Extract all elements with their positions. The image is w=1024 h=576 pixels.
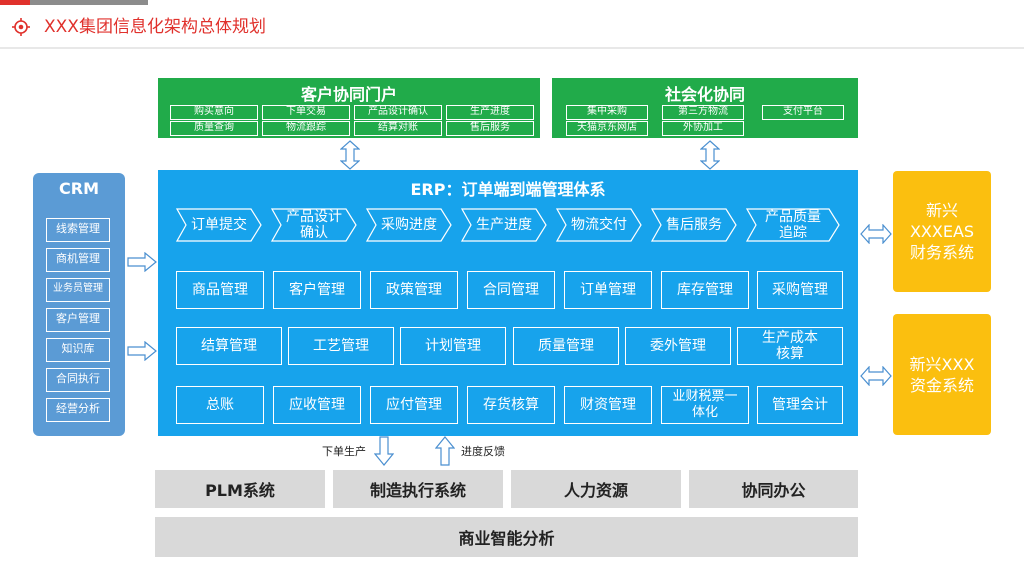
erp-module: 业财税票一 体化: [661, 386, 749, 424]
erp-module: 质量管理: [513, 327, 619, 365]
social-item: 支付平台: [762, 105, 844, 120]
progress-feedback-label: 进度反馈: [461, 445, 505, 458]
erp-module: 财资管理: [564, 386, 652, 424]
crm-item: 线索管理: [46, 218, 110, 242]
flow-step-label: 产品质量 追踪: [765, 209, 821, 241]
flow-step-label: 售后服务: [666, 217, 722, 233]
portal-item: 产品设计确认: [354, 105, 442, 120]
crm-item: 商机管理: [46, 248, 110, 272]
mes-system: 制造执行系统: [333, 470, 503, 508]
double-arrow-vertical-icon: [700, 140, 720, 170]
plm-system: PLM系统: [155, 470, 325, 508]
flow-step: 物流交付: [556, 208, 642, 242]
erp-module: 总账: [176, 386, 264, 424]
social-collab-title: 社会化协同: [664, 85, 745, 104]
flow-step: 产品设计 确认: [271, 208, 357, 242]
arrow-right-icon: [127, 252, 157, 272]
office-collab-system: 协同办公: [689, 470, 858, 508]
social-collab-panel: 社会化协同 集中采购 第三方物流 支付平台 天猫京东网店 外协加工: [552, 78, 858, 138]
erp-panel: ERP：订单端到端管理体系 订单提交 产品设计 确认 采购进度 生产进度 物流交…: [158, 170, 858, 436]
flow-step: 订单提交: [176, 208, 262, 242]
top-gray-bar: [30, 0, 148, 5]
erp-module: 结算管理: [176, 327, 282, 365]
hr-system: 人力资源: [511, 470, 681, 508]
crm-item: 知识库: [46, 338, 110, 362]
social-item: 第三方物流: [662, 105, 744, 120]
title-divider: [0, 47, 1024, 49]
flow-step-label: 产品设计 确认: [286, 209, 342, 241]
crm-item: 经营分析: [46, 398, 110, 422]
erp-module: 存货核算: [467, 386, 555, 424]
portal-item: 生产进度: [446, 105, 534, 120]
erp-module: 应收管理: [273, 386, 361, 424]
erp-module: 工艺管理: [288, 327, 394, 365]
portal-item: 结算对账: [354, 121, 442, 136]
flow-step-label: 采购进度: [381, 217, 437, 233]
crm-title: CRM: [59, 179, 99, 198]
erp-module: 订单管理: [564, 271, 652, 309]
portal-item: 下单交易: [262, 105, 350, 120]
flow-step: 采购进度: [366, 208, 452, 242]
social-item: 外协加工: [662, 121, 744, 136]
double-arrow-vertical-icon: [340, 140, 360, 170]
erp-module: 采购管理: [757, 271, 843, 309]
flow-step: 生产进度: [461, 208, 547, 242]
arrow-up-icon: [435, 436, 455, 466]
business-intelligence: 商业智能分析: [155, 517, 858, 557]
social-item: 天猫京东网店: [566, 121, 648, 136]
crm-item: 业务员管理: [46, 278, 110, 302]
flow-step: 产品质量 追踪: [746, 208, 840, 242]
erp-module: 库存管理: [661, 271, 749, 309]
crm-item: 客户管理: [46, 308, 110, 332]
portal-item: 质量查询: [170, 121, 258, 136]
page-title: XXX集团信息化架构总体规划: [44, 17, 266, 37]
crm-panel: CRM 线索管理 商机管理 业务员管理 客户管理 知识库 合同执行 经营分析: [33, 173, 125, 436]
social-item: 集中采购: [566, 105, 648, 120]
flow-step: 售后服务: [651, 208, 737, 242]
eas-finance-system: 新兴 XXXEAS 财务系统: [893, 171, 991, 292]
erp-module: 管理会计: [757, 386, 843, 424]
erp-module: 生产成本 核算: [737, 327, 843, 365]
erp-module: 商品管理: [176, 271, 264, 309]
erp-module: 应付管理: [370, 386, 458, 424]
double-arrow-horizontal-icon: [860, 224, 892, 244]
crm-item: 合同执行: [46, 368, 110, 392]
portal-item: 购买意向: [170, 105, 258, 120]
erp-module: 政策管理: [370, 271, 458, 309]
portal-item: 物流跟踪: [262, 121, 350, 136]
erp-module: 计划管理: [400, 327, 506, 365]
order-production-label: 下单生产: [322, 445, 366, 458]
erp-title: ERP：订单端到端管理体系: [410, 180, 606, 199]
target-icon: [12, 18, 30, 36]
top-accent-bar: [0, 0, 30, 5]
fund-system: 新兴XXX 资金系统: [893, 314, 991, 435]
customer-portal-title: 客户协同门户: [300, 85, 397, 104]
arrow-right-icon: [127, 341, 157, 361]
erp-module: 客户管理: [273, 271, 361, 309]
customer-portal-panel: 客户协同门户 购买意向 下单交易 产品设计确认 生产进度 质量查询 物流跟踪 结…: [158, 78, 540, 138]
flow-step-label: 物流交付: [571, 217, 627, 233]
double-arrow-horizontal-icon: [860, 366, 892, 386]
arrow-down-icon: [374, 436, 394, 466]
flow-step-label: 订单提交: [191, 217, 247, 233]
portal-item: 售后服务: [446, 121, 534, 136]
flow-step-label: 生产进度: [476, 217, 532, 233]
erp-module: 委外管理: [625, 327, 731, 365]
erp-module: 合同管理: [467, 271, 555, 309]
